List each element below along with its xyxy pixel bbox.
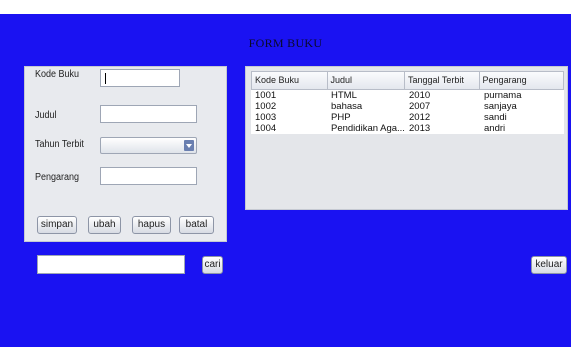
cell-judul: PHP bbox=[331, 112, 351, 123]
window-top-strip bbox=[0, 0, 571, 14]
cell-tanggal-terbit: 2010 bbox=[409, 90, 431, 101]
cell-kode-buku: 1003 bbox=[255, 112, 277, 123]
column-header-kode-buku[interactable]: Kode Buku bbox=[252, 72, 328, 89]
judul-label: Judul bbox=[35, 110, 57, 121]
kode-buku-field[interactable] bbox=[100, 69, 180, 87]
column-header-tanggal-terbit[interactable]: Tanggal Terbit bbox=[405, 72, 480, 89]
hapus-button[interactable]: hapus bbox=[132, 216, 171, 234]
cell-tanggal-terbit: 2012 bbox=[409, 112, 431, 123]
table-body: 1001 HTML 2010 purnama 1002 bahasa 2007 … bbox=[251, 90, 564, 134]
tahun-terbit-label: Tahun Terbit bbox=[35, 139, 84, 150]
cell-judul: Pendidikan Aga... bbox=[331, 123, 405, 134]
judul-field[interactable] bbox=[100, 105, 197, 123]
table-header: Kode Buku Judul Tanggal Terbit Pengarang bbox=[251, 71, 564, 90]
kode-buku-label: Kode Buku bbox=[35, 69, 80, 80]
table-row[interactable]: 1001 HTML 2010 purnama bbox=[251, 90, 564, 101]
cell-pengarang: sanjaya bbox=[484, 101, 517, 112]
cell-kode-buku: 1004 bbox=[255, 123, 277, 134]
cell-pengarang: andri bbox=[484, 123, 506, 134]
batal-button[interactable]: batal bbox=[179, 216, 214, 234]
ubah-button[interactable]: ubah bbox=[88, 216, 121, 234]
simpan-button[interactable]: simpan bbox=[37, 216, 77, 234]
keluar-button[interactable]: keluar bbox=[531, 256, 567, 274]
cell-judul: HTML bbox=[331, 90, 357, 101]
column-header-pengarang[interactable]: Pengarang bbox=[480, 72, 563, 89]
book-table: Kode Buku Judul Tanggal Terbit Pengarang… bbox=[251, 71, 564, 134]
search-input[interactable] bbox=[37, 255, 185, 274]
page-title: FORM BUKU bbox=[248, 36, 323, 50]
book-table-panel: Kode Buku Judul Tanggal Terbit Pengarang… bbox=[245, 66, 568, 210]
cari-button[interactable]: cari bbox=[202, 256, 223, 274]
table-row[interactable]: 1003 PHP 2012 sandi bbox=[251, 112, 564, 123]
table-row[interactable]: 1004 Pendidikan Aga... 2013 andri bbox=[251, 123, 564, 134]
cell-tanggal-terbit: 2013 bbox=[409, 123, 431, 134]
cell-pengarang: purnama bbox=[484, 90, 522, 101]
pengarang-label: Pengarang bbox=[35, 172, 80, 183]
column-header-judul[interactable]: Judul bbox=[328, 72, 406, 89]
book-form-panel: Kode Buku Judul Tahun Terbit Pengarang s… bbox=[24, 66, 227, 242]
cell-tanggal-terbit: 2007 bbox=[409, 101, 431, 112]
tahun-terbit-select[interactable] bbox=[100, 137, 197, 154]
cell-judul: bahasa bbox=[331, 101, 363, 112]
cell-pengarang: sandi bbox=[484, 112, 507, 123]
pengarang-field[interactable] bbox=[100, 167, 197, 185]
cell-kode-buku: 1002 bbox=[255, 101, 277, 112]
chevron-down-icon[interactable] bbox=[184, 140, 194, 151]
cell-kode-buku: 1001 bbox=[255, 90, 277, 101]
text-caret bbox=[105, 73, 106, 84]
table-row[interactable]: 1002 bahasa 2007 sanjaya bbox=[251, 101, 564, 112]
